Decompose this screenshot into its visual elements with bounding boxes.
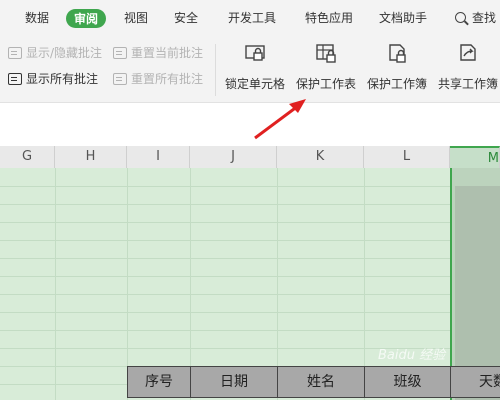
search-icon[interactable] bbox=[455, 12, 466, 23]
grid-row-line bbox=[0, 294, 500, 295]
column-header-m[interactable]: M bbox=[450, 146, 500, 168]
comment-icon bbox=[113, 72, 127, 85]
column-header-l[interactable]: L bbox=[364, 146, 450, 168]
tab-data[interactable]: 数据 bbox=[25, 9, 49, 26]
tab-security[interactable]: 安全 bbox=[174, 9, 198, 26]
lock-cell-icon bbox=[245, 45, 265, 61]
grid-col-line bbox=[55, 168, 56, 400]
share-workbook-button[interactable]: 共享工作簿 bbox=[433, 42, 500, 92]
lock-cell-label: 锁定单元格 bbox=[224, 77, 285, 91]
ribbon-divider bbox=[215, 44, 216, 96]
column-header-g[interactable]: G bbox=[0, 146, 55, 168]
column-header-k[interactable]: K bbox=[277, 146, 364, 168]
lock-cell-button[interactable]: 锁定单元格 bbox=[220, 42, 290, 92]
share-workbook-icon bbox=[460, 44, 476, 61]
tab-view[interactable]: 视图 bbox=[124, 9, 148, 26]
reset-all-comments-label: 重置所有批注 bbox=[131, 72, 204, 86]
protect-sheet-label: 保护工作表 bbox=[295, 77, 356, 91]
table-header-class[interactable]: 班级 bbox=[364, 366, 451, 398]
protect-workbook-label: 保护工作簿 bbox=[366, 77, 427, 91]
show-all-comments-label: 显示所有批注 bbox=[26, 72, 99, 86]
comment-icon bbox=[8, 72, 22, 85]
protect-sheet-button[interactable]: 保护工作表 bbox=[291, 42, 361, 92]
protect-sheet-icon bbox=[316, 44, 336, 63]
grid-row-line bbox=[0, 258, 500, 259]
protect-workbook-icon bbox=[389, 44, 406, 63]
grid-row-line bbox=[0, 204, 500, 205]
tab-review[interactable]: 审阅 bbox=[66, 9, 107, 28]
grid-row-line bbox=[0, 240, 500, 241]
comment-icon bbox=[113, 46, 127, 59]
column-header-j[interactable]: J bbox=[190, 146, 277, 168]
table-header-index[interactable]: 序号 bbox=[127, 366, 191, 398]
table-header-date[interactable]: 日期 bbox=[190, 366, 278, 398]
reset-all-comments-button[interactable]: 重置所有批注 bbox=[113, 70, 203, 87]
grid-row-line bbox=[0, 186, 500, 187]
comment-icon bbox=[8, 46, 22, 59]
menu-bar: 数据 审阅 视图 安全 开发工具 特色应用 文档助手 查找 bbox=[0, 0, 500, 38]
tab-doc-assistant[interactable]: 文档助手 bbox=[379, 9, 427, 26]
grid-row-line bbox=[0, 276, 500, 277]
grid-row-line bbox=[0, 312, 500, 313]
toggle-comment-button[interactable]: 显示/隐藏批注 bbox=[8, 44, 102, 61]
share-workbook-label: 共享工作簿 bbox=[437, 77, 498, 91]
search-label[interactable]: 查找 bbox=[472, 9, 496, 26]
grid-row-line bbox=[0, 330, 500, 331]
column-header-row: G H I J K L M bbox=[0, 146, 500, 169]
column-header-h[interactable]: H bbox=[55, 146, 127, 168]
table-header-days[interactable]: 天数 bbox=[450, 366, 500, 398]
table-header-name[interactable]: 姓名 bbox=[277, 366, 365, 398]
column-header-i[interactable]: I bbox=[127, 146, 190, 168]
tab-developer[interactable]: 开发工具 bbox=[228, 9, 276, 26]
show-all-comments-button[interactable]: 显示所有批注 bbox=[8, 70, 98, 87]
protect-workbook-button[interactable]: 保护工作簿 bbox=[362, 42, 432, 92]
toggle-comment-label: 显示/隐藏批注 bbox=[26, 46, 103, 60]
reset-current-comment-button[interactable]: 重置当前批注 bbox=[113, 44, 203, 61]
ribbon: 显示/隐藏批注 重置当前批注 显示所有批注 重置所有批注 锁定单元格 保护工作表 bbox=[0, 38, 500, 102]
watermark-text: Baidu 经验 bbox=[378, 348, 446, 363]
grid-row-line bbox=[0, 222, 500, 223]
reset-current-comment-label: 重置当前批注 bbox=[131, 46, 204, 60]
tab-features[interactable]: 特色应用 bbox=[305, 9, 353, 26]
formula-bar-area[interactable] bbox=[0, 102, 500, 147]
